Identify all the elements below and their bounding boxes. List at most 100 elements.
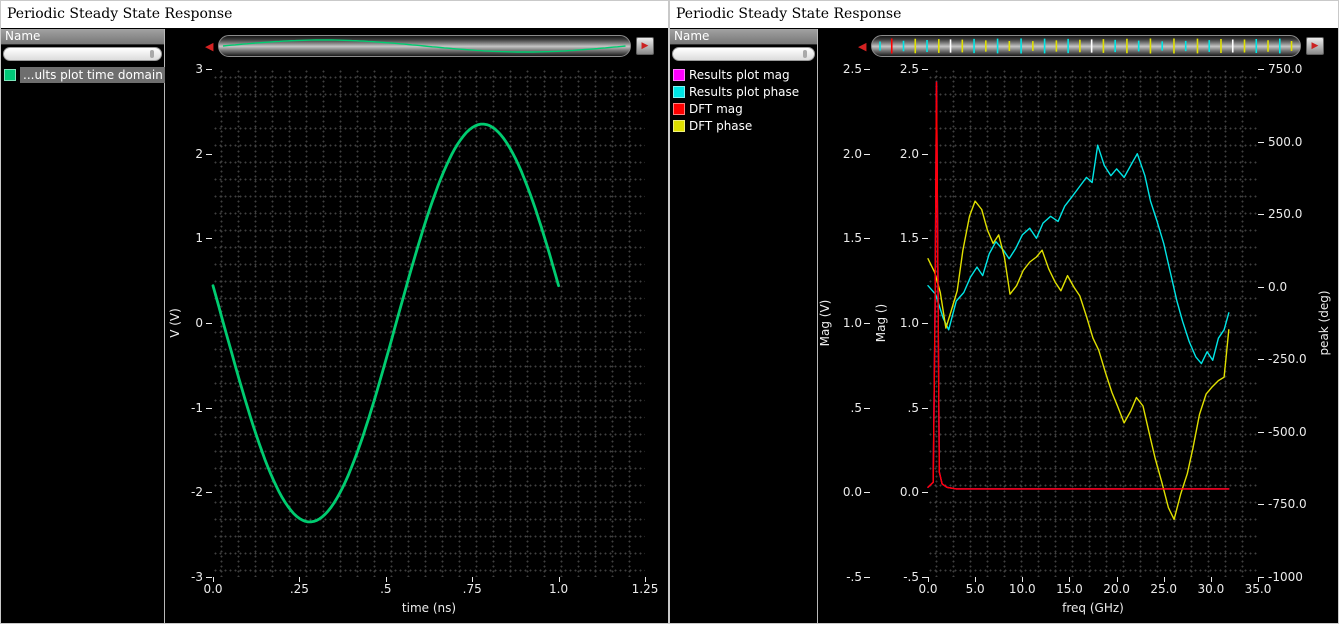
window-titlebar[interactable]: Periodic Steady State Response bbox=[670, 1, 1338, 29]
curve-dft-mag bbox=[928, 83, 1229, 489]
x-tick-label: 30.0 bbox=[1187, 583, 1235, 595]
y-tick-label: 3 bbox=[157, 63, 203, 75]
pan-right-button[interactable]: ▶ bbox=[636, 37, 654, 55]
y-tick-label: 2.5 bbox=[873, 63, 919, 75]
y-tick-mark bbox=[922, 69, 928, 70]
name-column-header[interactable]: Name bbox=[1, 29, 164, 45]
y-tick-label: 1.5 bbox=[816, 232, 862, 244]
y-tick-label: 2 bbox=[157, 148, 203, 160]
y-tick-mark bbox=[922, 492, 928, 493]
y-tick-label: 1.0 bbox=[816, 317, 862, 329]
legend-swatch bbox=[4, 69, 16, 81]
name-column-header[interactable]: Name bbox=[670, 29, 817, 45]
plot-area-left: ◀ ▶ V (V)3210-1-2-30.0.25.5.751.01.25tim… bbox=[165, 29, 668, 623]
y-axis-title: peak (deg) bbox=[1317, 290, 1331, 355]
y-tick-label: -2 bbox=[157, 486, 203, 498]
name-column-scrollbar[interactable] bbox=[3, 47, 162, 61]
signal-sidebar: Name Results plot mag Results plot phase D… bbox=[670, 29, 818, 623]
y-tick-mark bbox=[206, 323, 212, 324]
legend-label: Results plot phase bbox=[689, 85, 799, 99]
y-tick-label: 2.5 bbox=[816, 63, 862, 75]
x-tick-label: 1.0 bbox=[535, 583, 583, 595]
horizontal-panner: ◀ ▶ bbox=[165, 29, 668, 63]
scrollbar-thumb[interactable] bbox=[150, 50, 154, 58]
x-tick-mark bbox=[1117, 577, 1118, 582]
y-tick-mark bbox=[206, 408, 212, 409]
y-tick-label: -3 bbox=[157, 571, 203, 583]
window-title: Periodic Steady State Response bbox=[7, 6, 232, 22]
curves-canvas bbox=[928, 69, 1258, 577]
y-tick-mark bbox=[864, 154, 870, 155]
y-tick-label: -1000 bbox=[1268, 571, 1320, 583]
pan-right-button[interactable]: ▶ bbox=[1306, 37, 1324, 55]
legend-item[interactable]: Results plot mag bbox=[670, 66, 817, 83]
x-tick-mark bbox=[928, 577, 929, 582]
y-tick-mark bbox=[1258, 287, 1264, 288]
curve-dft-phase bbox=[928, 201, 1229, 519]
pan-left-arrow-icon[interactable]: ◀ bbox=[205, 41, 213, 52]
y-tick-mark bbox=[1258, 214, 1264, 215]
legend: ...ults plot time domain bbox=[1, 65, 164, 84]
x-tick-mark bbox=[559, 577, 560, 582]
y-tick-label: -250.0 bbox=[1268, 353, 1320, 365]
y-tick-label: 750.0 bbox=[1268, 63, 1320, 75]
legend-label: Results plot mag bbox=[689, 68, 790, 82]
y-tick-label: 1.5 bbox=[873, 232, 919, 244]
y-tick-label: 0.0 bbox=[816, 486, 862, 498]
y-tick-mark bbox=[864, 492, 870, 493]
legend-item[interactable]: DFT mag bbox=[670, 100, 817, 117]
x-tick-mark bbox=[386, 577, 387, 582]
y-tick-label: 250.0 bbox=[1268, 208, 1320, 220]
pan-right-arrow-icon: ▶ bbox=[642, 42, 649, 51]
y-tick-label: 0.0 bbox=[1268, 281, 1320, 293]
x-tick-mark bbox=[1211, 577, 1212, 582]
waveform-plot-left[interactable]: V (V)3210-1-2-30.0.25.5.751.01.25time (n… bbox=[165, 63, 668, 623]
waveform-plot-right[interactable]: Mag (V)2.52.01.51.0.50.0-.5Mag ()2.52.01… bbox=[818, 63, 1338, 623]
x-tick-label: .5 bbox=[362, 583, 410, 595]
curve-results-plot-phase bbox=[928, 145, 1229, 363]
legend-item[interactable]: ...ults plot time domain bbox=[1, 66, 164, 83]
y-tick-label: .5 bbox=[873, 402, 919, 414]
y-tick-mark bbox=[864, 69, 870, 70]
y-tick-mark bbox=[206, 154, 212, 155]
curve-results-plot-time-domain bbox=[213, 124, 559, 522]
curves-canvas bbox=[213, 69, 645, 577]
legend-swatch bbox=[673, 86, 685, 98]
y-tick-mark bbox=[206, 238, 212, 239]
x-tick-mark bbox=[299, 577, 300, 582]
x-tick-mark bbox=[975, 577, 976, 582]
panner-track[interactable] bbox=[218, 35, 631, 57]
x-tick-label: 0.0 bbox=[904, 583, 952, 595]
y-tick-mark bbox=[1258, 504, 1264, 505]
x-tick-label: 25.0 bbox=[1140, 583, 1188, 595]
y-tick-mark bbox=[864, 238, 870, 239]
y-tick-mark bbox=[206, 492, 212, 493]
y-tick-mark bbox=[864, 577, 870, 578]
legend: Results plot mag Results plot phase DFT ma… bbox=[670, 65, 817, 135]
x-tick-mark bbox=[1022, 577, 1023, 582]
legend-item[interactable]: DFT phase bbox=[670, 117, 817, 134]
legend-label: DFT mag bbox=[689, 102, 743, 116]
y-tick-label: -1 bbox=[157, 402, 203, 414]
scrollbar-thumb[interactable] bbox=[803, 50, 807, 58]
x-tick-label: .75 bbox=[448, 583, 496, 595]
waveform-preview bbox=[219, 36, 630, 56]
x-axis-title: freq (GHz) bbox=[1062, 601, 1124, 615]
x-tick-mark bbox=[1258, 577, 1259, 582]
panner-track[interactable] bbox=[871, 35, 1301, 57]
y-tick-label: -500.0 bbox=[1268, 426, 1320, 438]
x-tick-mark bbox=[213, 577, 214, 582]
app: Periodic Steady State Response Name ...u… bbox=[0, 0, 1339, 624]
y-tick-mark bbox=[1258, 432, 1264, 433]
y-tick-mark bbox=[922, 154, 928, 155]
name-column-scrollbar[interactable] bbox=[672, 47, 815, 61]
y-tick-mark bbox=[1258, 359, 1264, 360]
y-tick-label: 0 bbox=[157, 317, 203, 329]
y-tick-mark bbox=[206, 69, 212, 70]
window-titlebar[interactable]: Periodic Steady State Response bbox=[1, 1, 668, 29]
y-tick-mark bbox=[922, 238, 928, 239]
pan-left-arrow-icon[interactable]: ◀ bbox=[858, 41, 866, 52]
x-tick-label: 0.0 bbox=[189, 583, 237, 595]
y-tick-mark bbox=[864, 323, 870, 324]
legend-item[interactable]: Results plot phase bbox=[670, 83, 817, 100]
